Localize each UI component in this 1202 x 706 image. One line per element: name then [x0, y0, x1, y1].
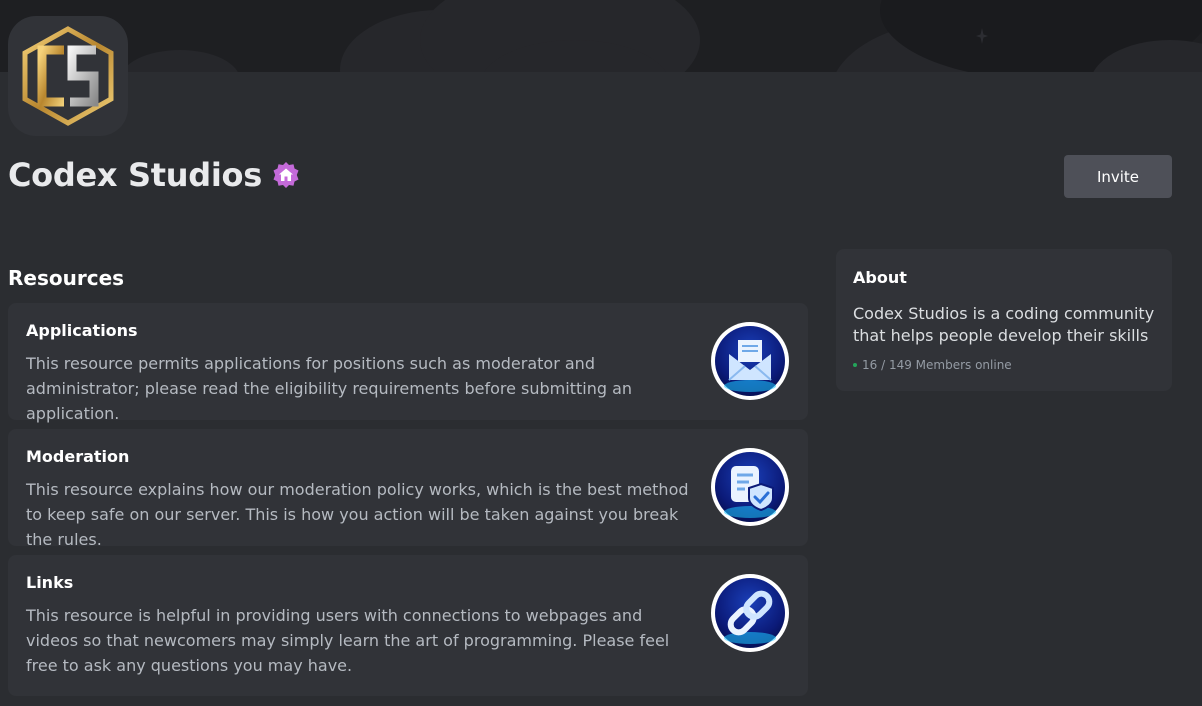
server-banner	[0, 0, 1202, 72]
about-title: About	[853, 268, 907, 287]
about-description: Codex Studios is a coding community that…	[853, 304, 1155, 345]
resource-card-applications[interactable]: Applications This resource permits appli…	[8, 303, 808, 423]
server-title: Codex Studios	[8, 156, 300, 194]
online-status-dot-icon	[853, 363, 857, 367]
codex-logo-icon	[22, 26, 114, 126]
resources-heading: Resources	[8, 266, 125, 290]
envelope-icon	[711, 322, 789, 400]
resource-card-moderation[interactable]: Moderation This resource explains how ou…	[8, 429, 808, 549]
online-count: 16 / 149 Members online	[862, 358, 1012, 372]
resource-title: Applications	[26, 321, 138, 340]
resource-title: Moderation	[26, 447, 130, 466]
resource-card-links[interactable]: Links This resource is helpful in provid…	[8, 555, 808, 696]
sparkle-icon	[976, 28, 988, 44]
resource-description: This resource permits applications for p…	[26, 354, 633, 423]
server-name: Codex Studios	[8, 156, 262, 194]
about-card: About Codex Studios is a coding communit…	[836, 249, 1172, 391]
resource-description: This resource explains how our moderatio…	[26, 480, 689, 549]
resource-description: This resource is helpful in providing us…	[26, 606, 670, 675]
invite-button[interactable]: Invite	[1064, 155, 1172, 198]
resource-title: Links	[26, 573, 74, 592]
server-icon[interactable]	[8, 16, 128, 136]
online-members: 16 / 149 Members online	[853, 358, 1012, 372]
shield-document-icon	[711, 448, 789, 526]
community-badge-icon	[273, 162, 299, 188]
link-icon	[711, 574, 789, 652]
